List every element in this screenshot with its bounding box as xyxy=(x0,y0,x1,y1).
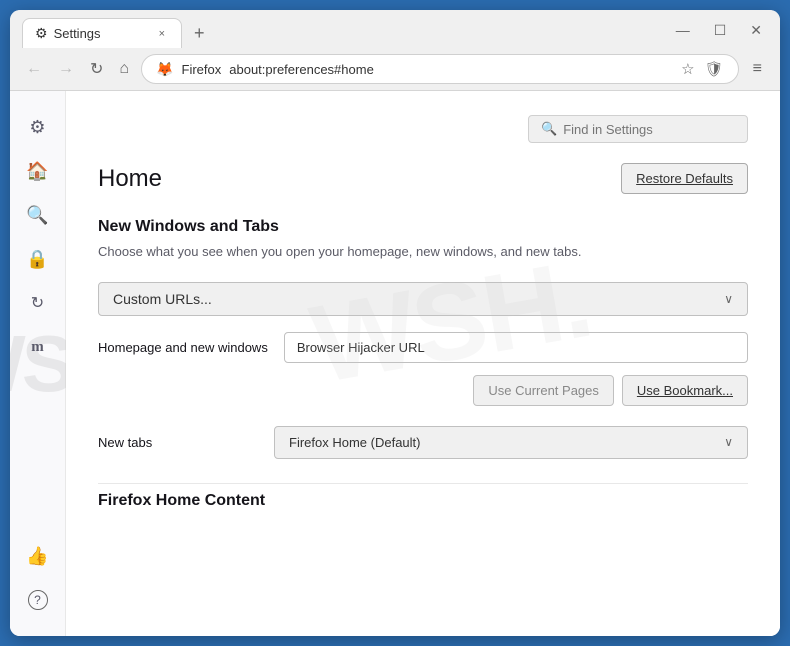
shield-icon[interactable]: 🛡 xyxy=(705,60,724,78)
homepage-label: Homepage and new windows xyxy=(98,340,268,355)
minimize-button[interactable]: — xyxy=(670,20,696,40)
custom-urls-label: Custom URLs... xyxy=(113,291,212,307)
newtab-dropdown[interactable]: Firefox Home (Default) ∨ xyxy=(274,426,748,459)
forward-button[interactable]: → xyxy=(54,56,78,82)
url-text: about:preferences#home xyxy=(229,62,374,77)
homepage-input[interactable] xyxy=(284,332,748,363)
address-bar-icons: ☆ 🛡 xyxy=(681,60,724,78)
newtab-value: Firefox Home (Default) xyxy=(289,435,420,450)
sidebar: WSH ⚙ 🏠 🔍 🔒 ↻ m 👍 ? xyxy=(10,91,66,636)
section-description: Choose what you see when you open your h… xyxy=(98,242,748,262)
settings-content: WSH. 🔍 Home Restore Defaults New Windows… xyxy=(66,91,780,636)
sidebar-item-sync[interactable]: ↻ xyxy=(18,283,58,323)
url-bar[interactable]: 🦊 Firefox about:preferences#home ☆ 🛡 xyxy=(141,54,739,84)
address-bar: ← → ↻ ⌂ 🦊 Firefox about:preferences#home… xyxy=(10,48,780,91)
lock-icon: 🔒 xyxy=(26,249,48,270)
custom-urls-dropdown[interactable]: Custom URLs... ∨ xyxy=(98,282,748,316)
menu-button[interactable]: ≡ xyxy=(747,56,768,82)
sidebar-item-settings[interactable]: ⚙ xyxy=(18,107,58,147)
sidebar-item-extensions[interactable]: 👍 xyxy=(18,536,58,576)
back-button[interactable]: ← xyxy=(22,56,46,82)
pocket-icon: m xyxy=(31,339,44,356)
new-windows-tabs-section: New Windows and Tabs Choose what you see… xyxy=(98,218,748,510)
window-controls: — ☐ ✕ xyxy=(670,20,768,47)
custom-urls-chevron: ∨ xyxy=(724,292,733,306)
maximize-button[interactable]: ☐ xyxy=(708,20,733,41)
homepage-row: Homepage and new windows xyxy=(98,332,748,363)
bookmark-icon[interactable]: ☆ xyxy=(681,60,694,78)
main-content: WSH ⚙ 🏠 🔍 🔒 ↻ m 👍 ? xyxy=(10,91,780,636)
sidebar-item-search[interactable]: 🔍 xyxy=(18,195,58,235)
firefox-logo: 🦊 xyxy=(156,61,173,78)
home-icon: 🏠 xyxy=(26,161,48,182)
find-settings-input[interactable] xyxy=(563,122,735,137)
sidebar-item-pocket[interactable]: m xyxy=(18,327,58,367)
section-title: New Windows and Tabs xyxy=(98,218,748,236)
help-icon: ? xyxy=(28,590,48,610)
newtab-chevron: ∨ xyxy=(724,435,733,449)
home-button[interactable]: ⌂ xyxy=(115,56,133,82)
find-settings-container: 🔍 xyxy=(528,115,748,143)
newtab-label: New tabs xyxy=(98,435,258,450)
sidebar-item-home[interactable]: 🏠 xyxy=(18,151,58,191)
sidebar-item-help[interactable]: ? xyxy=(18,580,58,620)
site-name: Firefox xyxy=(182,62,222,77)
reload-button[interactable]: ↻ xyxy=(86,55,107,83)
sync-icon: ↻ xyxy=(31,293,44,313)
restore-defaults-button[interactable]: Restore Defaults xyxy=(621,163,748,194)
tab-label: Settings xyxy=(54,26,101,41)
page-header: Home Restore Defaults xyxy=(98,163,748,194)
use-current-pages-button[interactable]: Use Current Pages xyxy=(473,375,614,406)
page-title: Home xyxy=(98,165,162,193)
close-button[interactable]: ✕ xyxy=(744,20,768,41)
homepage-button-row: Use Current Pages Use Bookmark... xyxy=(98,375,748,406)
firefox-home-content-heading: Firefox Home Content xyxy=(98,483,748,510)
use-bookmark-button[interactable]: Use Bookmark... xyxy=(622,375,748,406)
tab-close-button[interactable]: × xyxy=(155,26,169,42)
new-tab-button[interactable]: + xyxy=(186,19,213,48)
settings-icon: ⚙ xyxy=(29,117,45,138)
extensions-icon: 👍 xyxy=(26,546,48,567)
browser-tab[interactable]: ⚙ Settings × xyxy=(22,18,182,48)
sidebar-item-privacy[interactable]: 🔒 xyxy=(18,239,58,279)
find-settings-icon: 🔍 xyxy=(541,121,557,137)
newtab-row: New tabs Firefox Home (Default) ∨ xyxy=(98,426,748,459)
settings-tab-icon: ⚙ xyxy=(35,25,48,42)
search-icon: 🔍 xyxy=(26,205,48,226)
